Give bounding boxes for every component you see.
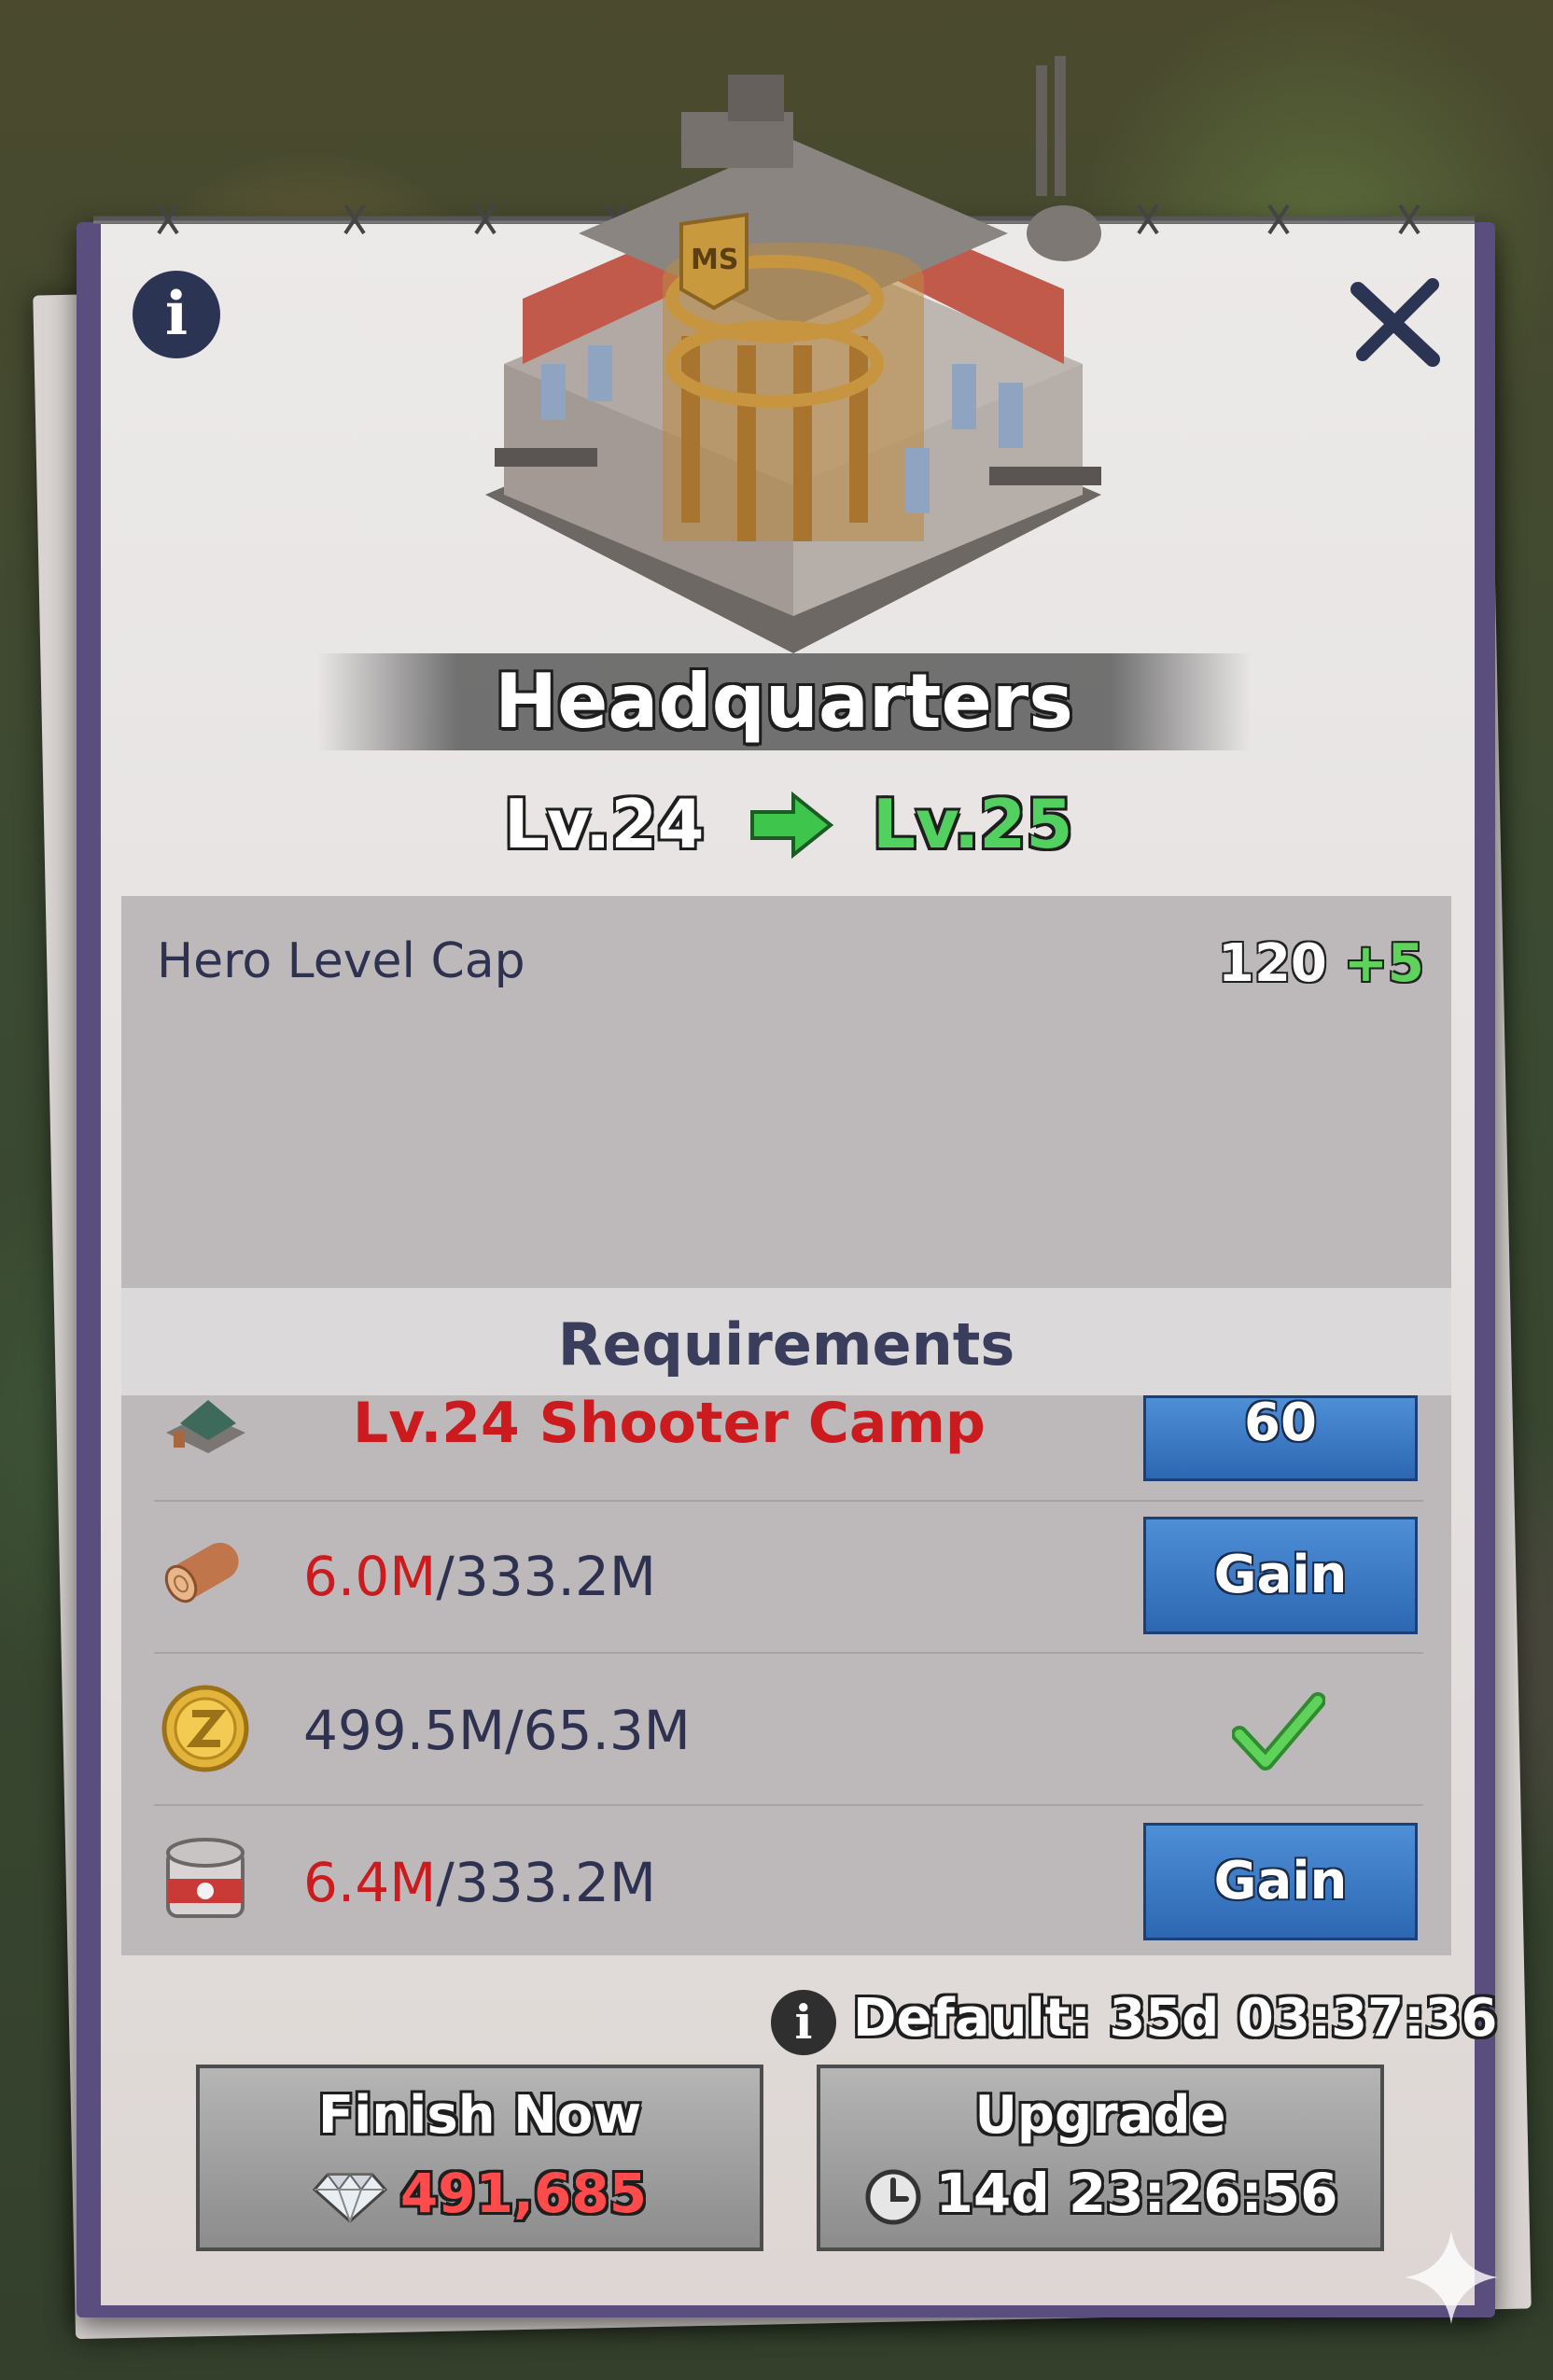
default-time-text: Default: 35d 03:37:36 xyxy=(853,1988,1498,2049)
close-icon xyxy=(1350,278,1440,367)
wood-icon xyxy=(164,1543,239,1603)
upgrade-button[interactable]: Upgrade 14d 23:26:56 xyxy=(817,2065,1384,2251)
coin-need: /65.3M xyxy=(505,1699,691,1762)
svg-text:MS: MS xyxy=(691,244,738,276)
default-time-info-icon[interactable]: i xyxy=(771,1990,836,2055)
upgrade-label: Upgrade xyxy=(974,2085,1226,2146)
upgrade-time-value: 14d 23:26:56 xyxy=(935,2162,1338,2225)
requirement-building-text: Lv.24 Shooter Camp xyxy=(353,1391,986,1456)
food-need: /333.2M xyxy=(436,1851,656,1914)
arrow-right-icon xyxy=(750,791,834,859)
stat-label: Hero Level Cap xyxy=(157,933,525,989)
wood-requirement: 6.0M/333.2M xyxy=(303,1545,656,1608)
finish-now-cost-value: 491,685 xyxy=(399,2162,648,2225)
requirement-building-button[interactable]: 60 xyxy=(1143,1395,1418,1481)
finish-now-button[interactable]: Finish Now 491,685 xyxy=(196,2065,763,2251)
diamond-icon xyxy=(312,2173,387,2224)
close-button[interactable] xyxy=(1344,271,1447,373)
info-icon: i xyxy=(164,279,189,349)
coin-icon xyxy=(161,1685,249,1772)
next-level: Lv.25 xyxy=(873,785,1073,863)
finish-now-label: Finish Now xyxy=(317,2085,642,2146)
sparkle-icon xyxy=(1405,2231,1498,2324)
food-requirement: 6.4M/333.2M xyxy=(303,1851,656,1914)
clock-icon xyxy=(865,2169,921,2225)
stat-bonus: +5 xyxy=(1344,933,1424,994)
row-divider xyxy=(154,1500,1423,1502)
food-can-icon xyxy=(166,1838,245,1918)
stat-value: 120 xyxy=(1218,933,1327,994)
food-have: 6.4M xyxy=(303,1851,437,1914)
coin-have: 499.5M xyxy=(303,1699,506,1762)
info-button[interactable]: i xyxy=(133,271,220,358)
wood-gain-button[interactable]: Gain xyxy=(1143,1517,1418,1634)
food-gain-button[interactable]: Gain xyxy=(1143,1823,1418,1940)
camp-icon xyxy=(166,1400,245,1453)
requirements-header: Requirements xyxy=(121,1288,1451,1395)
row-divider xyxy=(154,1652,1423,1654)
current-level: Lv.24 xyxy=(504,785,705,863)
finish-now-cost: 491,685 xyxy=(200,2162,760,2225)
checkmark-icon xyxy=(1232,1692,1325,1771)
headquarters-building-illustration: MS xyxy=(485,56,1101,653)
wood-need: /333.2M xyxy=(436,1545,656,1608)
building-title: Headquarters xyxy=(495,658,1073,745)
row-divider xyxy=(154,1804,1423,1806)
wood-have: 6.0M xyxy=(303,1545,437,1608)
coin-requirement: 499.5M/65.3M xyxy=(303,1699,691,1762)
upgrade-time: 14d 23:26:56 xyxy=(820,2162,1380,2227)
